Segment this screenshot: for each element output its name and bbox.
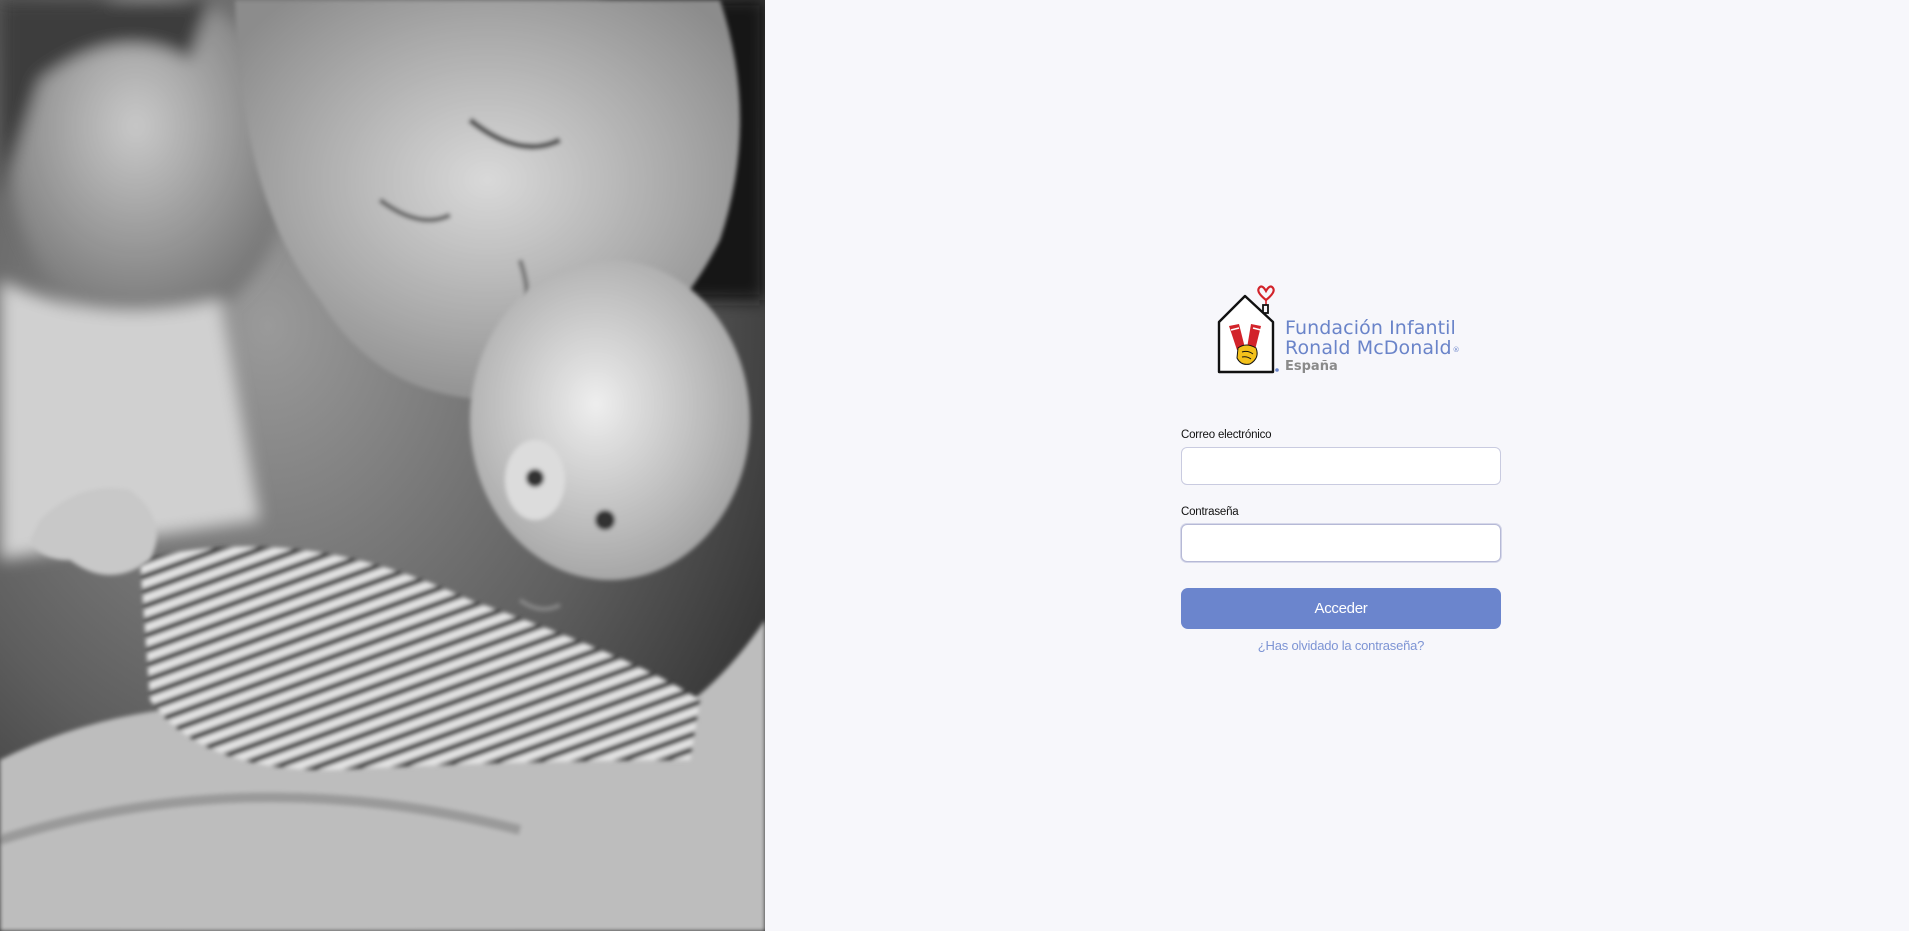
- password-field[interactable]: [1181, 524, 1501, 562]
- password-group: Contraseña: [1181, 505, 1501, 562]
- forgot-password-link[interactable]: ¿Has olvidado la contraseña?: [1181, 638, 1501, 653]
- email-field[interactable]: [1181, 447, 1501, 485]
- login-form: Correo electrónico Contraseña Acceder ¿H…: [1181, 428, 1501, 653]
- logo-line-3: España: [1285, 359, 1338, 374]
- hero-photo: [0, 0, 765, 931]
- house-hands-logo-icon: [1217, 285, 1279, 374]
- login-panel: Fundación Infantil Ronald McDonald® Espa…: [765, 0, 1909, 931]
- email-label: Correo electrónico: [1181, 429, 1272, 441]
- registered-mark: ®: [1452, 346, 1460, 354]
- logo-line-2-text: Ronald McDonald: [1285, 337, 1452, 359]
- logo-line-1: Fundación Infantil: [1285, 317, 1456, 339]
- login-page: Fundación Infantil Ronald McDonald® Espa…: [0, 0, 1909, 931]
- login-button[interactable]: Acceder: [1181, 588, 1501, 629]
- password-label: Contraseña: [1181, 506, 1239, 518]
- family-photo-illustration: [0, 0, 765, 931]
- logo-wordmark: Fundación Infantil Ronald McDonald® Espa…: [1285, 318, 1485, 375]
- logo-line-2: Ronald McDonald®: [1285, 338, 1485, 358]
- foundation-logo: Fundación Infantil Ronald McDonald® Espa…: [1215, 278, 1480, 378]
